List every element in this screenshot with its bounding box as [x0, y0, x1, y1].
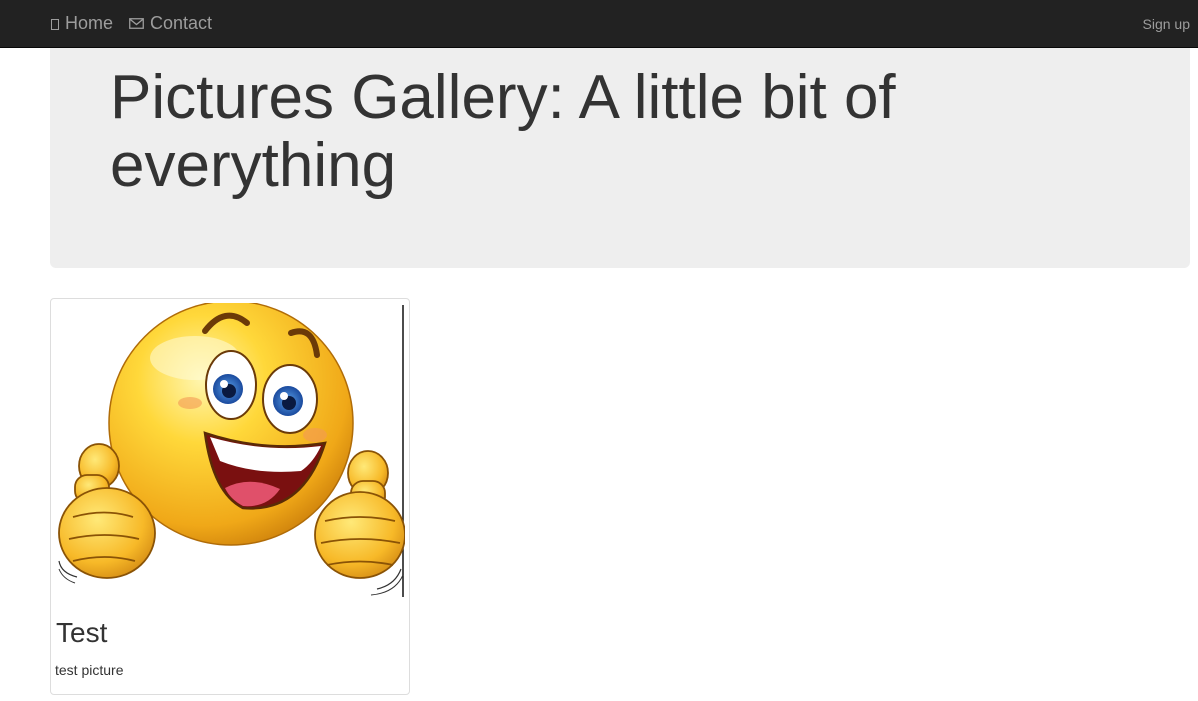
navbar: Home Contact Sign up	[0, 0, 1198, 48]
gallery-item-description: test picture	[55, 662, 124, 678]
nav-home-label: Home	[65, 13, 114, 33]
gallery-item[interactable]: Test test picture	[50, 298, 410, 695]
nav-left: Home Contact	[51, 0, 228, 47]
thumbs-up-smiley-image	[55, 303, 405, 597]
nav-contact-label: Contact	[150, 13, 213, 33]
envelope-icon	[129, 13, 144, 34]
nav-home-link[interactable]: Home	[51, 13, 113, 34]
signup-link[interactable]: Sign up	[1143, 16, 1190, 32]
jumbotron: Pictures Gallery: A little bit of everyt…	[50, 48, 1190, 268]
nav-right: Sign up	[1143, 0, 1190, 47]
nav-contact-link[interactable]: Contact	[129, 13, 212, 34]
page-title: Pictures Gallery: A little bit of everyt…	[110, 63, 896, 200]
gallery-item-title: Test	[56, 617, 108, 648]
gallery-image[interactable]	[55, 303, 405, 597]
home-icon	[51, 19, 59, 30]
